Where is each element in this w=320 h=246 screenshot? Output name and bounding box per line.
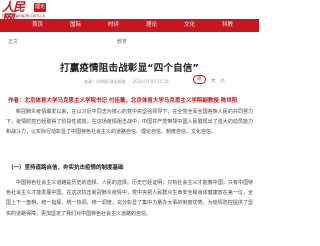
site-logo[interactable]: 人民网 theory.people.com.cn: [2, 1, 45, 25]
nav-item-home[interactable]: 首页: [32, 19, 43, 32]
article-paragraph: 新冠肺炎疫情爆发以来，在以习近平同志为核心的党中央坚强领导下，在全党全军全国各族…: [6, 107, 253, 159]
logo-domain: theory.people.com.cn: [2, 13, 46, 18]
section-badge: 理论: [34, 3, 46, 12]
font-large-button[interactable]: 大: [211, 78, 216, 84]
section-heading: （一）坚持道路自信，夯实抗击疫情的制度基础: [8, 165, 124, 171]
breadcrumb-section[interactable]: 教育: [117, 38, 127, 45]
font-small-button[interactable]: 小: [220, 78, 225, 84]
main-nav: 首页 国际 时评 理论 文化 科教: [0, 19, 259, 32]
article-time: 2020-03-05 15:14: [132, 79, 169, 84]
listen-icon[interactable]: 听: [193, 75, 206, 84]
nav-item-international[interactable]: 国际: [70, 19, 81, 32]
bottom-fade: [0, 240, 259, 246]
top-bar: 人民网 theory.people.com.cn 理论: [0, 0, 259, 25]
paragraph-text: 新冠肺炎疫情爆发以来，在以习近平同志为核心的党中央坚强领导下，在全党全军全国各族…: [6, 109, 253, 136]
breadcrumb-current: 正文: [8, 39, 19, 45]
nav-item-commentary[interactable]: 时评: [108, 19, 119, 32]
paragraph-text: 中国特色社会主义道路是历史的选择、人民的选择。历史已经证明，只有社会主义才能救中…: [6, 180, 253, 217]
article-meta: 来源：光明网-理论频道 2020-03-05 15:14: [84, 79, 175, 85]
nav-item-theory[interactable]: 理论: [146, 19, 157, 32]
nav-item-culture[interactable]: 文化: [184, 19, 195, 32]
article-source: 来源：光明网-理论频道: [84, 79, 126, 84]
article-title: 打赢疫情阻击战彰显“四个自信”: [60, 63, 199, 74]
nav-item-education[interactable]: 科教: [222, 19, 233, 32]
article-paragraph: 中国特色社会主义道路是历史的选择、人民的选择。历史已经证明，只有社会主义才能救中…: [6, 178, 253, 242]
article-author: 作者：北京体育大学马克思主义学院书记 付佳董，北京体育大学马克思主义学院副教授 …: [8, 98, 238, 104]
